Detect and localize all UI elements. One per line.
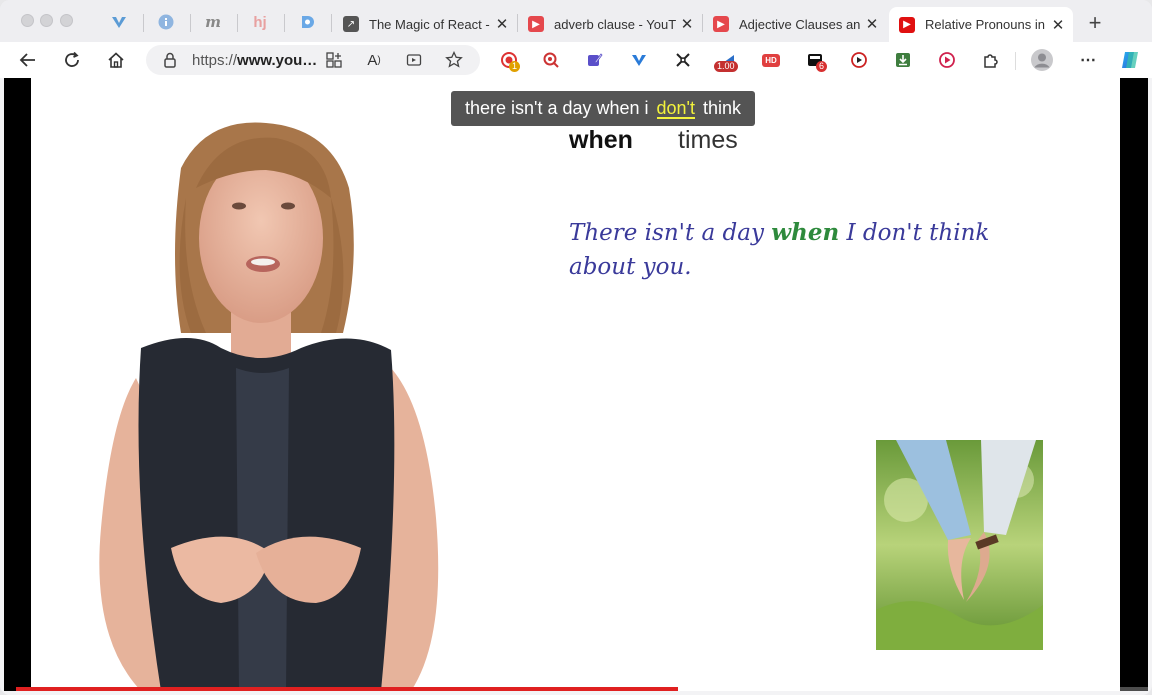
immersive-reader-icon[interactable] xyxy=(402,48,426,72)
pinned-tab-hj-icon[interactable]: hj xyxy=(249,11,271,33)
caption-text-end: think xyxy=(703,98,742,118)
apps-icon[interactable] xyxy=(322,48,346,72)
home-button[interactable] xyxy=(104,48,128,72)
tab-adverb-clause[interactable]: ▶ adverb clause - YouT ✕ xyxy=(518,8,702,40)
pinned-tab-d-icon[interactable] xyxy=(296,11,318,33)
close-window-button[interactable] xyxy=(21,14,34,27)
maximize-window-button[interactable] xyxy=(60,14,73,27)
toolbar: https://www.you… A) 1 1.00 HD 6 ⋯ xyxy=(0,42,1152,78)
arrow-link-icon: ↗ xyxy=(343,16,359,32)
play-circle-extension-icon[interactable] xyxy=(936,49,958,71)
shuffle-extension-icon[interactable] xyxy=(672,49,694,71)
extensions-puzzle-icon[interactable] xyxy=(980,49,1002,71)
edit-pen-extension-icon[interactable] xyxy=(584,49,606,71)
v-extension-icon[interactable] xyxy=(628,49,650,71)
tab-title: Relative Pronouns in xyxy=(925,17,1045,32)
tab-title: Adjective Clauses an xyxy=(739,16,861,32)
notifications-extension-icon[interactable]: 6 xyxy=(804,49,828,72)
browser-window: m hj ↗ The Magic of React - ✕ ▶ adverb c… xyxy=(0,0,1152,695)
close-tab-icon[interactable]: ✕ xyxy=(493,15,511,33)
sentence-highlight: when xyxy=(771,219,840,246)
back-button[interactable] xyxy=(16,48,40,72)
tab-adjective-clauses[interactable]: ▶ Adjective Clauses an ✕ xyxy=(703,8,887,40)
subtitle-caption: there isn't a day when i don't think xyxy=(451,91,755,126)
video-player[interactable]: there isn't a day when i don't think whe… xyxy=(4,78,1148,691)
progress-bar[interactable] xyxy=(16,687,1148,691)
youtube-icon: ▶ xyxy=(528,16,544,32)
read-aloud-icon[interactable]: A) xyxy=(362,48,386,72)
close-tab-icon[interactable]: ✕ xyxy=(863,15,881,33)
playback-speed-extension-icon[interactable]: 1.00 xyxy=(714,49,738,72)
hd-extension-icon[interactable]: HD xyxy=(760,49,782,71)
close-tab-icon[interactable]: ✕ xyxy=(678,15,696,33)
caption-highlight-word: don't xyxy=(656,97,695,119)
address-bar[interactable]: https://www.you… A) xyxy=(146,45,480,75)
slide-word-times: times xyxy=(678,126,738,154)
screen-recorder-extension-icon[interactable]: 1 xyxy=(498,49,521,72)
pinned-tab-v-icon[interactable] xyxy=(108,11,130,33)
minimize-window-button[interactable] xyxy=(40,14,53,27)
presenter-image xyxy=(99,122,439,691)
more-options-icon[interactable]: ⋯ xyxy=(1076,48,1100,72)
new-tab-button[interactable]: + xyxy=(1084,10,1106,36)
slide-word-when: when xyxy=(569,126,633,154)
close-tab-icon[interactable]: ✕ xyxy=(1049,16,1067,34)
tab-relative-pronouns[interactable]: ▶ Relative Pronouns in ✕ xyxy=(889,7,1073,42)
progress-fill xyxy=(16,687,679,691)
favorite-star-icon[interactable] xyxy=(442,48,466,72)
caption-text: there isn't a day when i xyxy=(464,98,649,118)
zoom-search-extension-icon[interactable] xyxy=(540,49,562,71)
tab-strip: m hj ↗ The Magic of React - ✕ ▶ adverb c… xyxy=(0,0,1152,42)
video-frame: there isn't a day when i don't think whe… xyxy=(31,78,1120,691)
youtube-icon: ▶ xyxy=(713,16,729,32)
pinned-tab-info-icon[interactable] xyxy=(155,11,177,33)
example-sentence: There isn't a day when I don't think abo… xyxy=(569,219,990,280)
download-extension-icon[interactable] xyxy=(892,49,914,71)
reload-button[interactable] xyxy=(60,48,84,72)
tab-magic-of-react[interactable]: ↗ The Magic of React - ✕ xyxy=(333,8,517,40)
pinned-tab-m-icon[interactable]: m xyxy=(202,11,224,33)
tab-title: adverb clause - YouT xyxy=(554,16,677,32)
lock-icon[interactable] xyxy=(158,48,182,72)
tab-title: The Magic of React - xyxy=(369,16,490,32)
url-text: https://www.you… xyxy=(192,52,318,69)
profile-avatar-icon[interactable] xyxy=(1030,48,1054,72)
youtube-icon: ▶ xyxy=(899,16,915,33)
heart-hands-photo xyxy=(876,440,1043,650)
copilot-icon[interactable] xyxy=(1118,48,1142,72)
youtube-rewind-extension-icon[interactable] xyxy=(848,49,870,71)
